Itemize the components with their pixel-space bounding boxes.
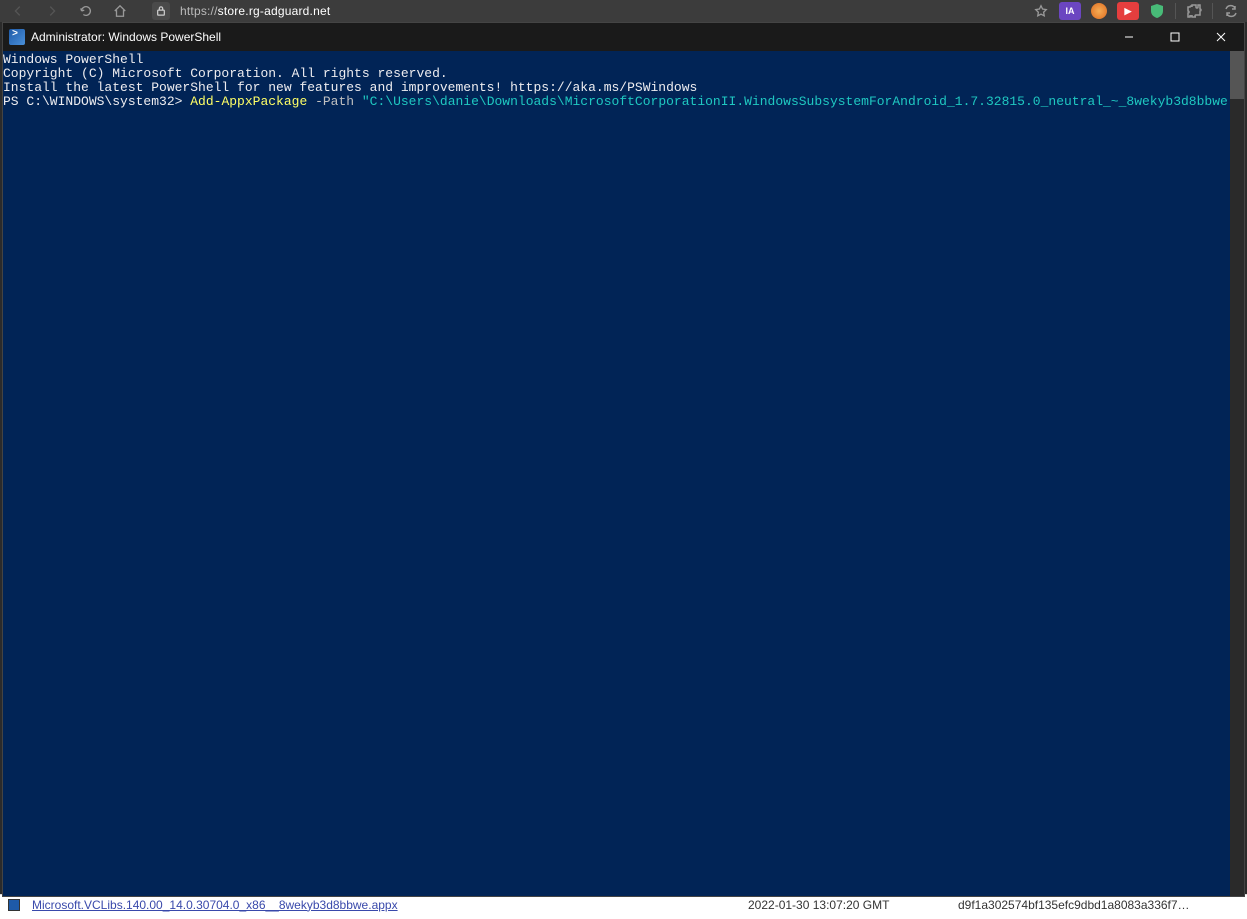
terminal-area[interactable]: Windows PowerShellCopyright (C) Microsof…: [3, 51, 1244, 896]
terminal-line: Install the latest PowerShell for new fe…: [3, 81, 1244, 95]
window-controls: [1106, 23, 1244, 51]
url-text: https://store.rg-adguard.net: [180, 4, 330, 18]
separator: [1212, 3, 1213, 19]
row-checkbox[interactable]: [0, 899, 28, 911]
file-link[interactable]: Microsoft.VCLibs.140.00_14.0.30704.0_x86…: [28, 898, 748, 912]
table-row: Microsoft.VCLibs.140.00_14.0.30704.0_x86…: [0, 894, 1247, 914]
minimize-button[interactable]: [1106, 23, 1152, 51]
home-button[interactable]: [112, 3, 128, 19]
extension-red-icon[interactable]: ▶: [1117, 2, 1139, 20]
param-token: -Path: [307, 94, 362, 109]
window-title: Administrator: Windows PowerShell: [31, 30, 1106, 44]
address-bar[interactable]: https://store.rg-adguard.net: [152, 2, 1033, 20]
terminal-line: Windows PowerShell: [3, 53, 1244, 67]
separator: [1175, 3, 1176, 19]
extension-ia-icon[interactable]: IA: [1059, 2, 1081, 20]
file-date: 2022-01-30 13:07:20 GMT: [748, 898, 958, 912]
cmdlet-token: Add-AppxPackage: [190, 94, 307, 109]
back-button[interactable]: [10, 3, 26, 19]
title-bar[interactable]: Administrator: Windows PowerShell: [3, 23, 1244, 51]
string-token: "C:\Users\danie\Downloads\MicrosoftCorpo…: [362, 94, 1244, 109]
extension-circle-icon[interactable]: [1091, 3, 1107, 19]
scrollbar-thumb[interactable]: [1230, 51, 1244, 99]
browser-toolbar: https://store.rg-adguard.net IA ▶: [0, 0, 1247, 22]
sync-icon[interactable]: [1223, 3, 1239, 19]
terminal-line: Copyright (C) Microsoft Corporation. All…: [3, 67, 1244, 81]
extension-shield-icon[interactable]: [1149, 3, 1165, 19]
forward-button[interactable]: [44, 3, 60, 19]
prompt: PS C:\WINDOWS\system32>: [3, 94, 190, 109]
powershell-icon: [9, 29, 25, 45]
maximize-button[interactable]: [1152, 23, 1198, 51]
extensions-icon[interactable]: [1186, 3, 1202, 19]
close-button[interactable]: [1198, 23, 1244, 51]
browser-nav-group: [4, 3, 128, 19]
refresh-button[interactable]: [78, 3, 94, 19]
favorite-icon[interactable]: [1033, 3, 1049, 19]
terminal-command-line: PS C:\WINDOWS\system32> Add-AppxPackage …: [3, 95, 1244, 109]
powershell-window: Administrator: Windows PowerShell Window…: [2, 22, 1245, 897]
scrollbar-track[interactable]: [1230, 51, 1244, 896]
background-page: Microsoft.VCLibs.140.00_14.0.30704.0_x86…: [0, 894, 1247, 919]
browser-right-icons: IA ▶: [1033, 2, 1243, 20]
lock-icon: [152, 2, 170, 20]
file-hash: d9f1a302574bf135efc9dbd1a8083a336f7…: [958, 898, 1247, 912]
